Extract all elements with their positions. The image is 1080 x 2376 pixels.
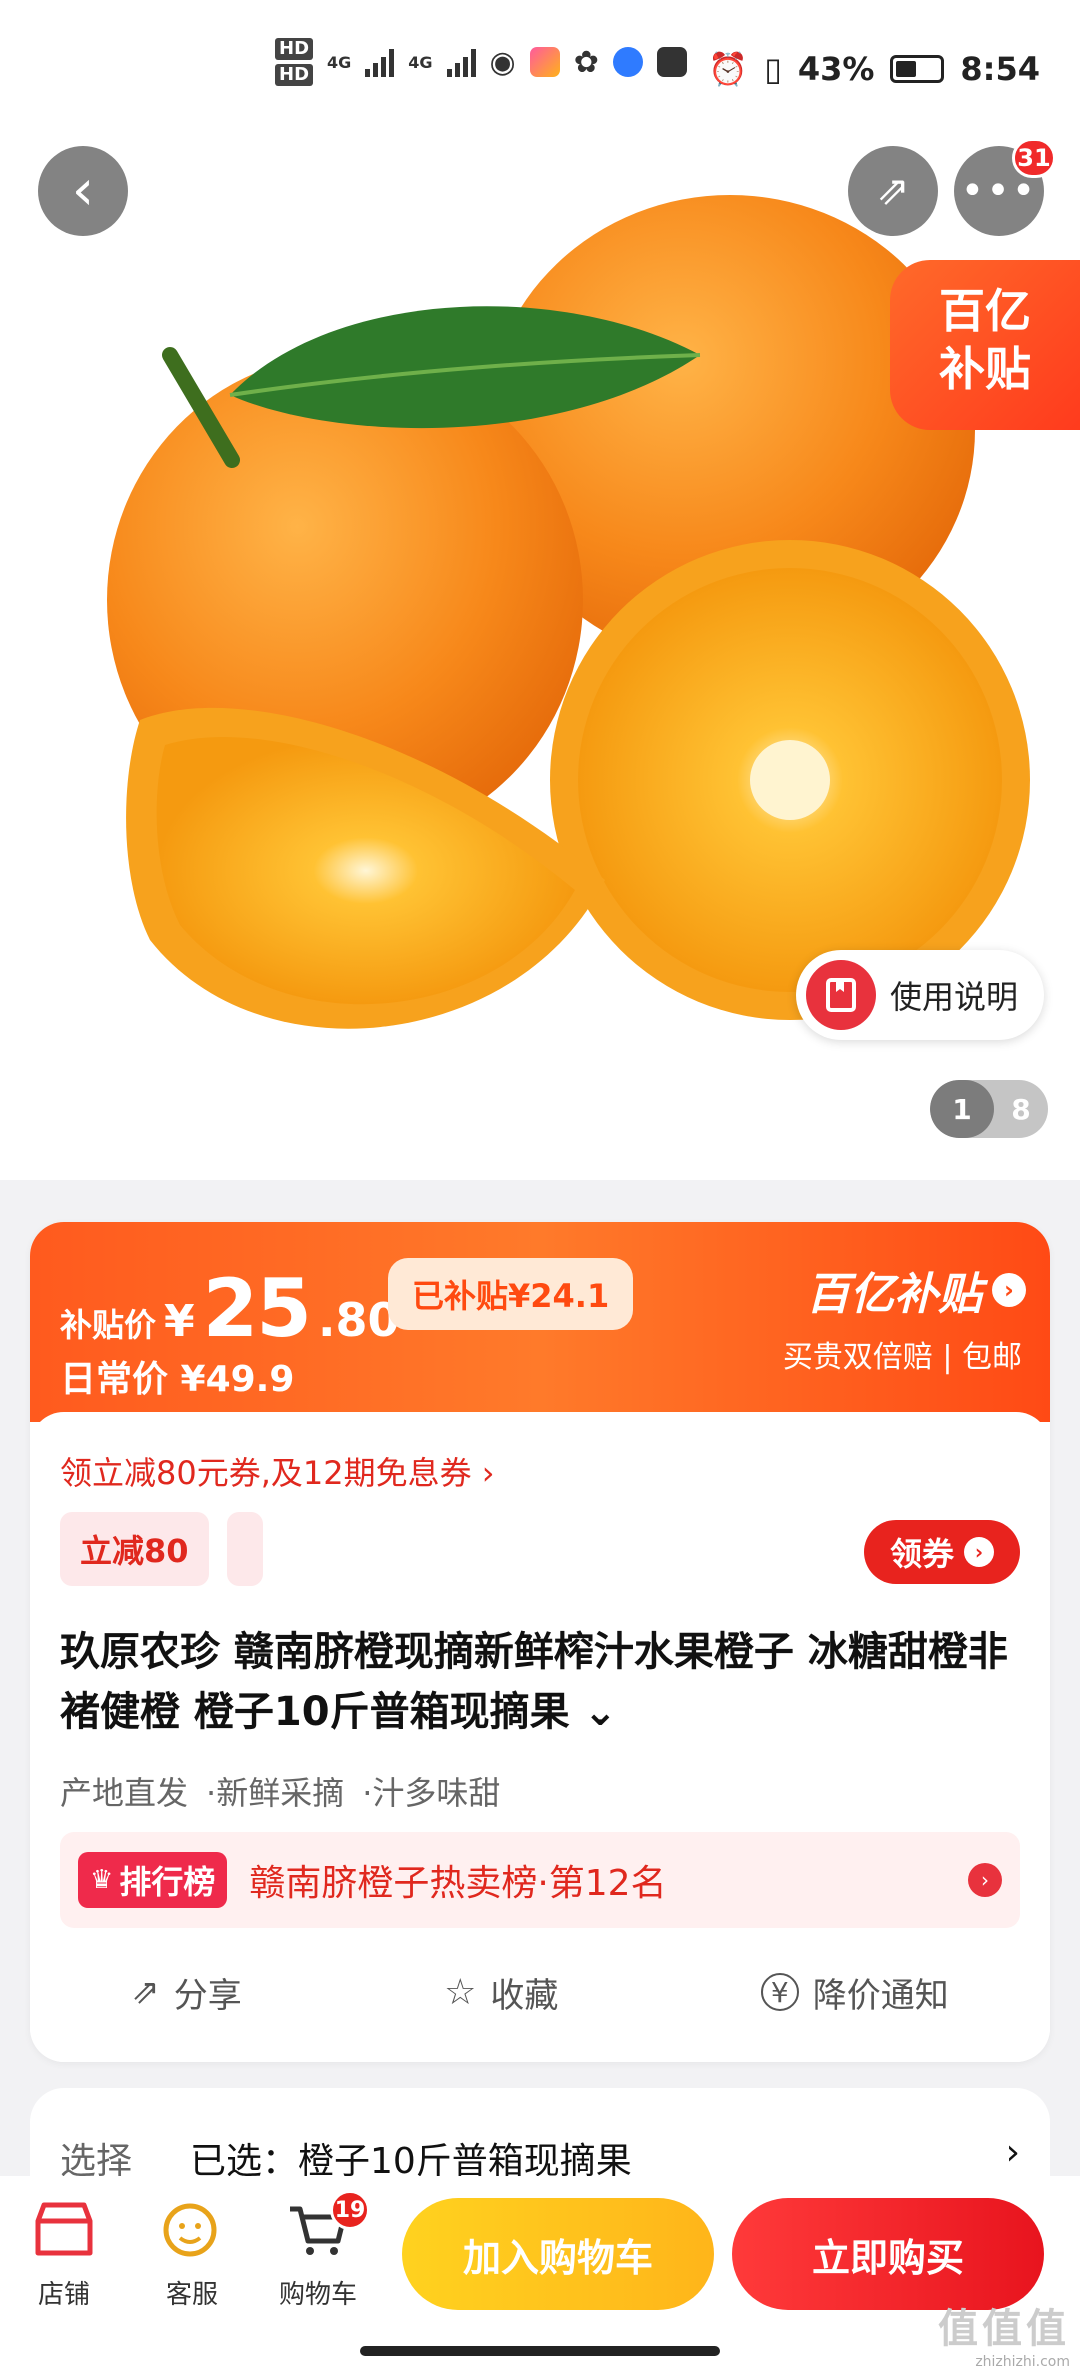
- usage-label: 使用说明: [890, 978, 1019, 1016]
- home-indicator[interactable]: [360, 2346, 720, 2356]
- subsidy-tag-line2: 补贴: [939, 342, 1031, 396]
- star-icon: ☆: [444, 1971, 477, 2013]
- price-alert-action[interactable]: ¥ 降价通知: [760, 1968, 949, 2017]
- customer-service-icon: [142, 2194, 242, 2268]
- usage-instructions-button[interactable]: 使用说明: [796, 950, 1044, 1040]
- chevron-right-icon: ›: [964, 1537, 994, 1567]
- trophy-icon: ♛: [90, 1865, 114, 1895]
- price-integer: 25: [202, 1262, 312, 1355]
- watermark-brand: 值值值: [938, 2306, 1070, 2352]
- product-title[interactable]: 玖原农珍 赣南脐橙现摘新鲜榨汁水果橙子 冰糖甜橙非褚健橙 橙子10斤普箱现摘果 …: [60, 1622, 1020, 1742]
- product-tags: 产地直发 ·新鲜采摘 ·汁多味甜: [60, 1768, 500, 1814]
- regular-price: 日常价 ¥49.9: [60, 1359, 295, 1400]
- pager-total: 8: [1011, 1092, 1031, 1126]
- subsidy-guarantee-text: 买贵双倍赔 | 包邮: [782, 1340, 1022, 1375]
- chevron-right-icon: ›: [992, 1273, 1026, 1307]
- favorite-action[interactable]: ☆ 收藏: [444, 1968, 558, 2017]
- cart-icon: 19: [268, 2190, 370, 2268]
- price-card: 补贴价 ¥ 25 .80 已补贴¥24.1 日常价 ¥49.9 百亿补贴 › 买…: [30, 1222, 1050, 2062]
- status-left: HD HD 4G 4G ◉ ✿: [275, 38, 687, 86]
- signal-icon-2: [446, 47, 476, 77]
- tag-item: ·汁多味甜: [362, 1774, 501, 1812]
- ranking-badge-label: 排行榜: [119, 1863, 216, 1901]
- subsidy-tag-line1: 百亿: [939, 284, 1031, 338]
- signal-icon: [365, 47, 395, 77]
- app-notification-icon: [529, 47, 560, 77]
- share-button[interactable]: ⇗: [848, 146, 938, 236]
- action-row: ⇗ 分享 ☆ 收藏 ¥ 降价通知: [30, 1952, 1050, 2032]
- subsidy-tag: 百亿 补贴: [890, 260, 1080, 430]
- notification-badge: 31: [1012, 138, 1056, 178]
- cart-nav[interactable]: 19 购物车: [268, 2190, 370, 2311]
- product-info: 领立减80元券,及12期免息券 › 立减80 领券 › 玖原农珍 赣南脐橙现摘新…: [30, 1412, 1050, 2062]
- bottom-action-bar: 店铺 客服 19 购物车 加入购物车 立即购买 值值值 zhizhizhi.co…: [0, 2176, 1080, 2376]
- price-alert-label: 降价通知: [812, 1975, 949, 2016]
- service-nav[interactable]: 客服: [142, 2194, 242, 2311]
- tag-item: 产地直发: [60, 1774, 189, 1812]
- music-icon: [612, 47, 643, 77]
- product-image-gallery[interactable]: ‹ ⇗ ••• 31 百亿 补贴 使用说明 1 8: [0, 120, 1080, 1180]
- subsidy-price-label: 补贴价: [60, 1306, 157, 1344]
- share-label: 分享: [173, 1975, 242, 2016]
- store-icon: [14, 2194, 114, 2268]
- buy-now-button[interactable]: 立即购买: [732, 2198, 1044, 2310]
- get-coupon-label: 领券: [889, 1535, 954, 1573]
- tag-item: ·新鲜采摘: [206, 1774, 345, 1812]
- battery-icon: [890, 55, 945, 83]
- ranking-banner[interactable]: ♛ 排行榜 赣南脐橙子热卖榜·第12名 ›: [60, 1832, 1020, 1928]
- add-to-cart-button[interactable]: 加入购物车: [402, 2198, 714, 2310]
- coupon-chips: 立减80: [60, 1512, 263, 1586]
- service-label: 客服: [165, 2280, 218, 2310]
- network-4g-label-2: 4G: [408, 52, 433, 72]
- status-bar: HD HD 4G 4G ◉ ✿ ⏰ ▯ 43% 8:54: [0, 0, 1080, 120]
- wechat-icon: ✿: [573, 44, 599, 80]
- subsidy-price-row: 补贴价 ¥ 25 .80: [60, 1262, 399, 1355]
- ranking-badge: ♛ 排行榜: [78, 1852, 228, 1908]
- currency-symbol: ¥: [164, 1296, 195, 1347]
- hd2-indicator: HD: [275, 64, 314, 86]
- hd1-indicator: HD: [275, 38, 314, 60]
- back-button[interactable]: ‹: [38, 146, 128, 236]
- book-icon: [806, 960, 876, 1030]
- pager-current: 1: [930, 1080, 994, 1138]
- cart-count-badge: 19: [330, 2190, 370, 2230]
- discount-chip: 立减80: [60, 1512, 209, 1586]
- price-header: 补贴价 ¥ 25 .80 已补贴¥24.1 日常价 ¥49.9 百亿补贴 › 买…: [30, 1222, 1050, 1422]
- store-nav[interactable]: 店铺: [14, 2194, 114, 2311]
- hotspot-icon: ◉: [489, 44, 516, 80]
- subsidized-amount-badge: 已补贴¥24.1: [388, 1258, 634, 1330]
- coupon-offer-link[interactable]: 领立减80元券,及12期免息券 ›: [60, 1448, 495, 1494]
- clock: 8:54: [960, 50, 1040, 88]
- favorite-label: 收藏: [490, 1975, 559, 2016]
- cart-label: 购物车: [278, 2280, 357, 2310]
- share-icon: ⇗: [876, 168, 910, 214]
- watermark-site: zhizhizhi.com: [975, 2354, 1070, 2370]
- share-icon: ⇗: [131, 1972, 160, 2012]
- subsidy-brand-link[interactable]: 百亿补贴 ›: [806, 1258, 1026, 1322]
- calendar-icon: [656, 47, 687, 77]
- more-button[interactable]: ••• 31: [954, 138, 1056, 236]
- chevron-right-icon: ›: [1005, 2132, 1020, 2173]
- get-coupon-button[interactable]: 领券 ›: [864, 1520, 1020, 1584]
- status-right: ⏰ ▯ 43% 8:54: [708, 50, 1040, 88]
- yen-circle-icon: ¥: [760, 1973, 799, 2011]
- alarm-icon: ⏰: [708, 50, 749, 88]
- watermark: 值值值 zhizhizhi.com: [938, 2296, 1070, 2370]
- chevron-right-icon: ›: [968, 1863, 1002, 1897]
- image-pager: 1 8: [930, 1080, 1048, 1138]
- ranking-text: 赣南脐橙子热卖榜·第12名: [249, 1863, 667, 1904]
- network-4g-label: 4G: [327, 52, 352, 72]
- store-label: 店铺: [37, 2280, 90, 2310]
- vibrate-icon: ▯: [764, 50, 782, 88]
- back-arrow-icon: ‹: [71, 158, 95, 223]
- share-action[interactable]: ⇗ 分享: [131, 1968, 242, 2017]
- subsidy-brand-label: 百亿补贴: [806, 1269, 982, 1320]
- battery-percent: 43%: [797, 50, 875, 88]
- discount-chip-placeholder: [226, 1512, 263, 1586]
